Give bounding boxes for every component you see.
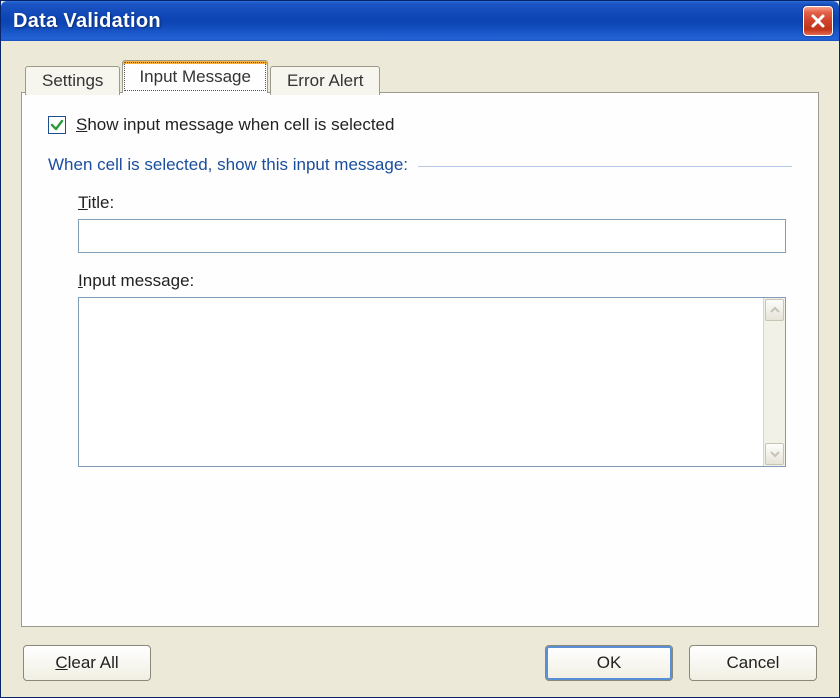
ok-button[interactable]: OK [545, 645, 673, 681]
button-row: Clear All OK Cancel [21, 645, 819, 681]
show-input-message-label: Show input message when cell is selected [76, 115, 394, 135]
show-input-message-checkbox[interactable] [48, 116, 66, 134]
scroll-down-button[interactable] [765, 443, 784, 465]
checkmark-icon [50, 118, 64, 132]
title-label: Title: [78, 193, 786, 213]
dialog-body: Settings Input Message Error Alert Show … [1, 41, 839, 697]
scroll-up-button[interactable] [765, 299, 784, 321]
section-header-line [418, 166, 792, 167]
clear-all-button[interactable]: Clear All [23, 645, 151, 681]
chevron-down-icon [770, 450, 780, 458]
title-field-block: Title: [48, 193, 792, 253]
section-header: When cell is selected, show this input m… [48, 155, 792, 175]
tab-error-alert[interactable]: Error Alert [270, 66, 381, 95]
input-message-field-block: Input message: [48, 271, 792, 467]
input-message-textarea-wrap [78, 297, 786, 467]
right-button-group: OK Cancel [545, 645, 817, 681]
tab-panel-input-message: Show input message when cell is selected… [21, 92, 819, 627]
show-input-message-row: Show input message when cell is selected [48, 115, 792, 135]
cancel-button[interactable]: Cancel [689, 645, 817, 681]
chevron-up-icon [770, 306, 780, 314]
tabstrip: Settings Input Message Error Alert [25, 59, 819, 92]
close-button[interactable] [803, 6, 833, 36]
tab-settings[interactable]: Settings [25, 66, 120, 95]
data-validation-dialog: Data Validation Settings Input Message E… [0, 0, 840, 698]
titlebar: Data Validation [1, 1, 839, 41]
close-icon [810, 13, 826, 29]
title-input[interactable] [78, 219, 786, 253]
input-message-label: Input message: [78, 271, 786, 291]
textarea-scrollbar[interactable] [763, 298, 785, 466]
tab-input-message[interactable]: Input Message [122, 60, 268, 93]
section-header-text: When cell is selected, show this input m… [48, 155, 408, 175]
input-message-textarea[interactable] [79, 298, 763, 466]
window-title: Data Validation [13, 10, 161, 33]
